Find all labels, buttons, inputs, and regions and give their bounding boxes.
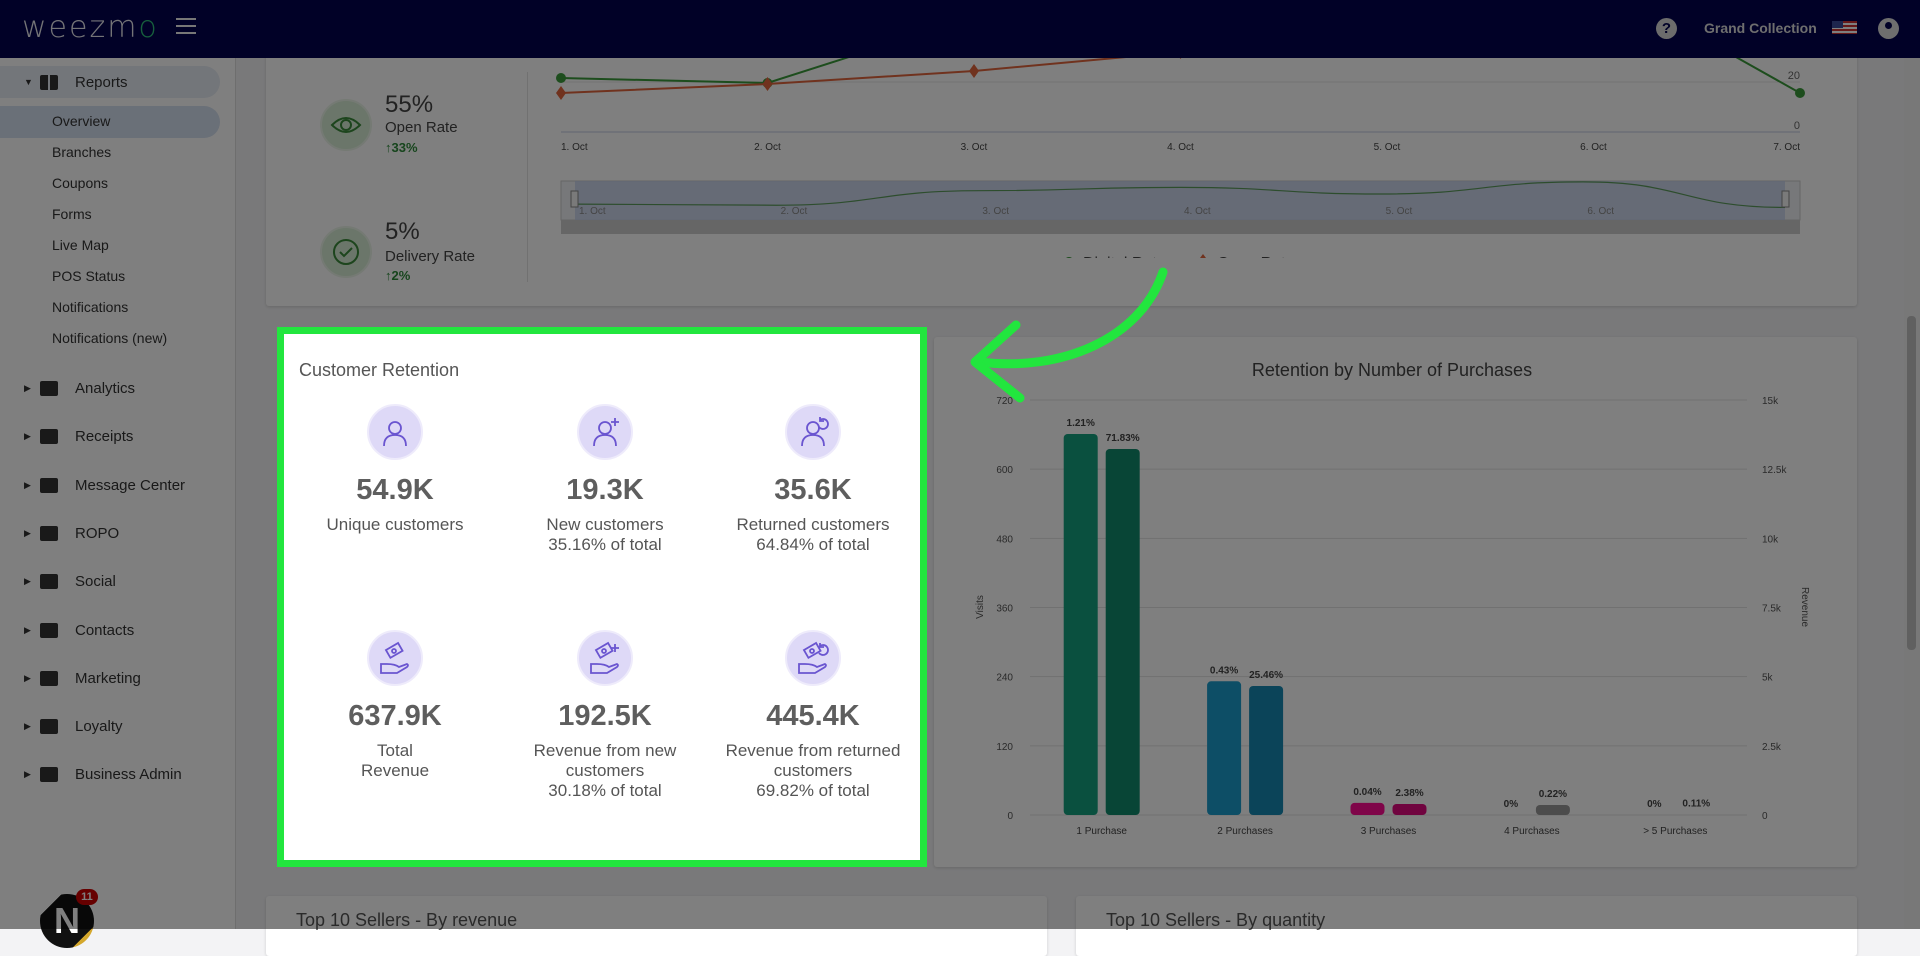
stat-value: 192.5K bbox=[558, 700, 652, 732]
stat-share: 30.18% of total bbox=[548, 781, 662, 800]
money-hands-icon bbox=[367, 630, 423, 686]
stat-value: 637.9K bbox=[348, 700, 442, 732]
customer-retention-card: Customer Retention 54.9K Unique customer… bbox=[277, 327, 927, 867]
money-hands-plus-icon bbox=[577, 630, 633, 686]
retention-stat: 192.5K Revenue from new customers 30.18%… bbox=[500, 630, 710, 801]
card-title: Customer Retention bbox=[299, 360, 460, 380]
retention-stat: 19.3K New customers 35.16% of total bbox=[500, 404, 710, 555]
user-icon bbox=[367, 404, 423, 460]
retention-stat: 445.4K Revenue from returned customers 6… bbox=[708, 630, 918, 801]
stat-share: 64.84% of total bbox=[756, 535, 870, 554]
stat-label: Revenue from new customers bbox=[533, 741, 677, 780]
retention-stat: 637.9K Total Revenue bbox=[290, 630, 500, 781]
stat-label: Unique customers bbox=[326, 515, 464, 534]
stat-value: 19.3K bbox=[566, 474, 644, 506]
stat-share: 35.16% of total bbox=[548, 535, 662, 554]
stat-value: 35.6K bbox=[774, 474, 852, 506]
stat-value: 54.9K bbox=[356, 474, 434, 506]
stat-label: New customers bbox=[546, 515, 664, 534]
stat-share: 69.82% of total bbox=[756, 781, 870, 800]
stat-label: Returned customers bbox=[736, 515, 890, 534]
stat-label: Total Revenue bbox=[360, 741, 430, 780]
stat-label: Revenue from returned customers bbox=[725, 741, 901, 780]
retention-stat: 35.6K Returned customers 64.84% of total bbox=[708, 404, 918, 555]
user-refresh-icon bbox=[785, 404, 841, 460]
user-plus-icon bbox=[577, 404, 633, 460]
stat-value: 445.4K bbox=[766, 700, 860, 732]
money-hands-refresh-icon bbox=[785, 630, 841, 686]
retention-stat: 54.9K Unique customers bbox=[290, 404, 500, 535]
